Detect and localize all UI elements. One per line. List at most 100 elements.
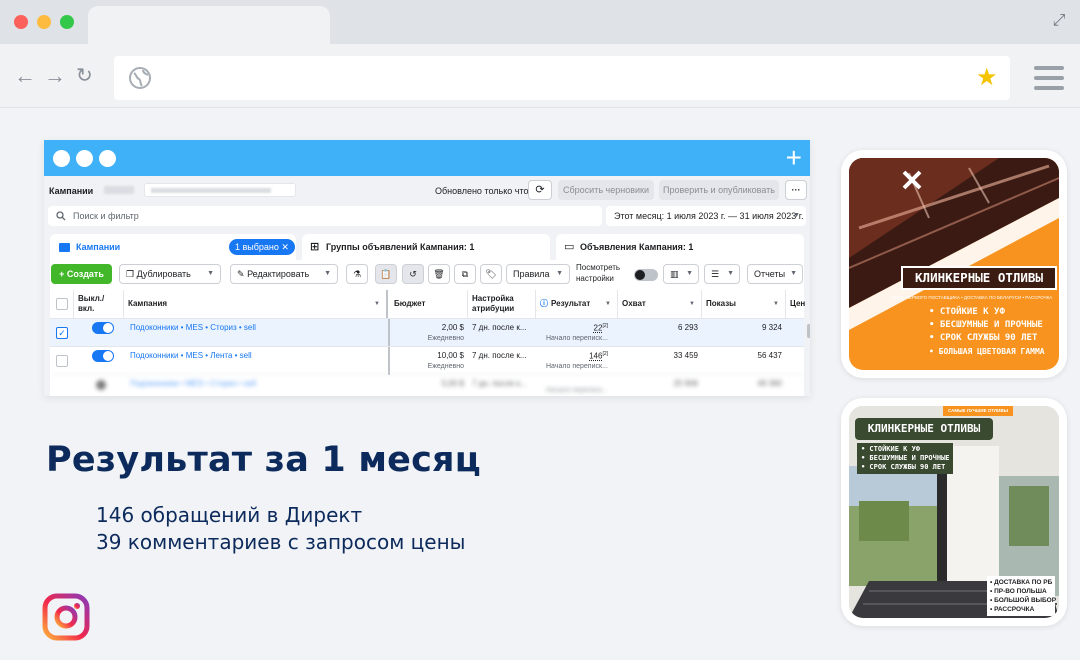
flask-icon[interactable]: ⚗ — [346, 264, 368, 284]
ad1-subtitle: ЦЕНЫ ПЕРВОГО ПОСТАВЩИКА • ДОСТАВКА ПО БЕ… — [891, 295, 1053, 300]
chevron-down-icon: ▼ — [727, 270, 734, 277]
info-icon: ⓘ — [540, 299, 548, 308]
breakdown-button[interactable]: ☰ ▼ — [704, 264, 740, 284]
pencil-icon: ✎ — [237, 269, 245, 279]
refresh-icon[interactable]: ⟳ — [528, 180, 552, 200]
ad2-tag: САМЫЕ ЛУЧШИЕ ОТЛИВЫ — [943, 406, 1013, 416]
reload-icon[interactable]: ↻ — [76, 62, 93, 90]
updated-status: Обновлено только что — [435, 186, 529, 196]
copy-icon: ❐ — [126, 269, 135, 279]
ad-creative-2: САМЫЕ ЛУЧШИЕ ОТЛИВЫ КЛИНКЕРНЫЕ ОТЛИВЫ • … — [849, 406, 1059, 618]
trash-icon[interactable]: 🗑 — [428, 264, 450, 284]
view-settings-label: Посмотреть настройки — [576, 263, 621, 283]
stat-price-comments: 39 комментариев с запросом цены — [96, 530, 466, 554]
address-bar[interactable] — [114, 56, 1010, 100]
column-header-result[interactable]: ⓘ Результат ▼ — [536, 290, 618, 318]
grid-icon: ⊞ — [310, 241, 320, 253]
stat-direct-messages: 146 обращений в Директ — [96, 503, 363, 527]
duplicate-button[interactable]: ❐ Дублировать ▼ — [119, 264, 221, 284]
budget-period: Ежедневно — [427, 335, 464, 342]
tag-icon[interactable]: 🏷 — [480, 264, 502, 284]
campaign-name-link[interactable]: Подоконники • MES • Лента • sell — [130, 351, 252, 360]
column-header-attribution[interactable]: Настройка атрибуции — [468, 290, 536, 318]
more-options-button[interactable]: ··· — [785, 180, 807, 200]
undo-icon[interactable]: ↺ — [402, 264, 424, 284]
campaigns-table: Выкл./вкл. Кампания ▼ Бюджет Настройка атр… — [50, 290, 810, 396]
chevron-down-icon: ▼ — [324, 270, 331, 277]
ad-creative-card-1[interactable]: КЛИНКЕРНЫЕ ОТЛИВЫ ЦЕНЫ ПЕРВОГО ПОСТАВЩИК… — [841, 150, 1067, 378]
row-checkbox[interactable] — [56, 355, 68, 367]
column-header-reach[interactable]: Охват ▼ — [618, 290, 702, 318]
impressions-value: 9 324 — [761, 323, 782, 332]
column-header-cost[interactable]: Цен — [786, 290, 806, 318]
columns-button[interactable]: ▥ ▼ — [663, 264, 699, 284]
menu-icon[interactable] — [1034, 66, 1064, 96]
folder-icon — [59, 243, 70, 252]
tab-campaigns[interactable]: Кампании 1 выбрано ✕ — [50, 234, 296, 260]
search-input[interactable]: Поиск и фильтр — [48, 206, 602, 226]
column-header-impressions[interactable]: Показы ▼ — [702, 290, 786, 318]
browser-tab[interactable] — [88, 6, 330, 44]
window-dot — [99, 150, 116, 167]
ad-creative-card-2[interactable]: САМЫЕ ЛУЧШИЕ ОТЛИВЫ КЛИНКЕРНЫЕ ОТЛИВЫ • … — [841, 398, 1067, 626]
zoom-window-dot[interactable] — [60, 15, 74, 29]
ad2-bottom-bullets: • ДОСТАВКА ПО РБ • ПР-ВО ПОЛЬША • БОЛЬШО… — [987, 576, 1056, 616]
preview-icon[interactable]: ⧉ — [454, 264, 476, 284]
chevron-down-icon: ▼ — [556, 270, 563, 277]
impressions-value: 56 437 — [757, 351, 782, 360]
edit-button[interactable]: ✎ Редактировать ▼ — [230, 264, 338, 284]
table-row[interactable]: ✓ Подоконники • MES • Сториз • sell 2,00… — [50, 318, 804, 347]
result-type: Начало переписк... — [546, 363, 608, 370]
page-title: Кампании — [49, 186, 94, 196]
selected-badge[interactable]: 1 выбрано ✕ — [229, 239, 295, 255]
ad2-bullets: • СТОЙКИЕ К УФ • БЕСШУМНЫЕ И ПРОЧНЫЕ • С… — [857, 443, 953, 474]
ad-creative-1: КЛИНКЕРНЫЕ ОТЛИВЫ ЦЕНЫ ПЕРВОГО ПОСТАВЩИК… — [849, 158, 1059, 370]
forward-icon[interactable]: → — [44, 62, 66, 90]
ads-manager-window: + Кампании Обновлено только что ⟳ Сброси… — [44, 140, 810, 396]
campaign-toggle[interactable] — [92, 322, 114, 334]
tab-ad-sets[interactable]: ⊞ Группы объявлений Кампания: 1 — [302, 234, 550, 260]
reach-value: 6 293 — [677, 323, 698, 332]
chevron-down-icon: ▼ — [207, 270, 214, 277]
attribution-value: 7 дн. после к... — [472, 351, 527, 360]
column-header-budget[interactable]: Бюджет — [390, 290, 468, 318]
date-range-picker[interactable]: Этот месяц: 1 июля 2023 г. — 31 июля 202… — [606, 206, 806, 226]
chevron-down-icon: ▼ — [790, 270, 797, 277]
reset-drafts-button[interactable]: Сбросить черновики — [558, 180, 654, 200]
back-icon[interactable]: ← — [14, 62, 36, 90]
chevron-down-icon: ▼ — [686, 270, 693, 277]
account-name-blurred — [104, 186, 134, 194]
rules-button[interactable]: Правила ▼ — [506, 264, 570, 284]
tab-ads[interactable]: ▭ Объявления Кампания: 1 — [556, 234, 804, 260]
create-button[interactable]: + Создать — [51, 264, 112, 284]
plus-icon[interactable]: + — [786, 144, 802, 172]
fullscreen-icon[interactable]: ⤢ — [1050, 12, 1068, 30]
select-all-checkbox[interactable] — [56, 298, 68, 310]
column-header-campaign[interactable]: Кампания ▼ — [124, 290, 388, 318]
chevron-down-icon: ▼ — [793, 212, 800, 219]
account-selector[interactable] — [144, 183, 296, 197]
minimize-window-dot[interactable] — [37, 15, 51, 29]
ad2-title: КЛИНКЕРНЫЕ ОТЛИВЫ — [855, 418, 993, 440]
ad1-title: КЛИНКЕРНЫЕ ОТЛИВЫ — [901, 266, 1057, 290]
globe-icon — [129, 67, 151, 89]
result-value: 146[2] — [589, 351, 608, 361]
browser-tab-strip: ⤢ — [0, 0, 1080, 44]
campaign-toggle[interactable] — [92, 350, 114, 362]
reach-value: 33 459 — [673, 351, 698, 360]
result-type: Начало переписк... — [546, 335, 608, 342]
close-window-dot[interactable] — [14, 15, 28, 29]
column-header-onoff[interactable]: Выкл./вкл. — [74, 290, 124, 318]
campaign-name-link[interactable]: Подоконники • MES • Сториз • sell — [130, 323, 256, 332]
reports-button[interactable]: Отчеты ▼ — [747, 264, 803, 284]
row-checkbox[interactable]: ✓ — [56, 327, 68, 339]
table-row[interactable]: Подоконники • MES • Лента • sell 10,00 $… — [50, 346, 804, 375]
view-settings-toggle[interactable] — [634, 269, 658, 281]
table-scrollbar[interactable] — [807, 324, 810, 338]
search-icon — [56, 211, 66, 221]
clipboard-icon[interactable]: 📋 — [375, 264, 397, 284]
review-publish-button[interactable]: Проверить и опубликовать — [659, 180, 779, 200]
results-headline: Результат за 1 месяц — [46, 440, 481, 480]
table-row-blurred: Подоконники • MES • Сториз • sell 5,00 $… — [50, 374, 804, 396]
bookmark-star-icon[interactable]: ★ — [976, 64, 998, 92]
